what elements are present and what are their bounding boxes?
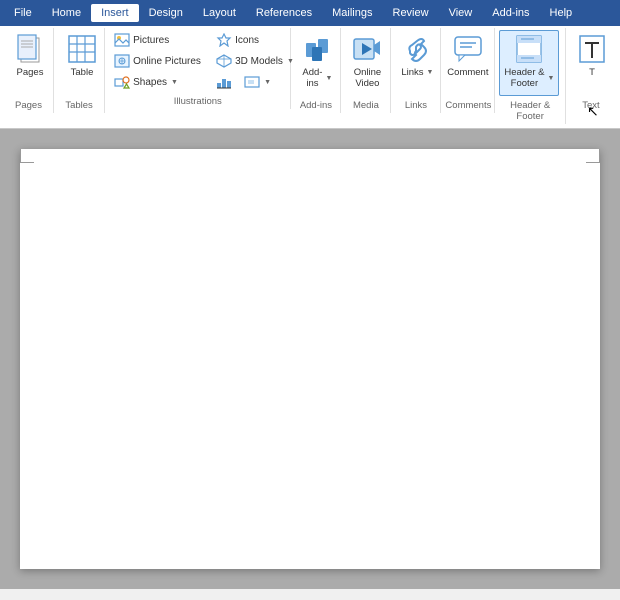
menu-item-mailings[interactable]: Mailings <box>322 4 382 22</box>
shapes-label: Shapes <box>133 77 167 88</box>
menu-item-home[interactable]: Home <box>42 4 91 22</box>
online-pictures-icon <box>114 53 130 69</box>
media-group-label: Media <box>345 98 386 111</box>
ribbon-group-tables: Table Tables <box>54 28 105 113</box>
menu-item-view[interactable]: View <box>439 4 483 22</box>
links-button[interactable]: Links ▼ <box>395 30 439 96</box>
table-icon <box>66 33 98 65</box>
online-pictures-button[interactable]: Online Pictures <box>109 51 209 71</box>
menu-item-insert[interactable]: Insert <box>91 4 139 22</box>
ribbon-group-pages: Pages Pages <box>4 28 54 113</box>
pages-group-label: Pages <box>8 98 49 111</box>
comment-label: Comment <box>447 67 488 78</box>
addins-icon <box>301 33 333 65</box>
icons-label: Icons <box>235 35 259 46</box>
ribbon: Pages Pages T <box>0 26 620 129</box>
illustrations-group-label: Illustrations <box>109 94 286 107</box>
ribbon-group-illustrations: Pictures Online Pictures <box>105 28 291 109</box>
header-footer-button[interactable]: Header &Footer ▼ <box>499 30 559 96</box>
text-group-label: Text <box>570 98 612 111</box>
ribbon-group-text: T Text <box>566 28 616 113</box>
pages-icon <box>14 33 46 65</box>
menu-item-help[interactable]: Help <box>540 4 583 22</box>
pages-button[interactable]: Pages <box>8 30 52 96</box>
header-footer-icon <box>513 33 545 65</box>
menu-item-design[interactable]: Design <box>139 4 193 22</box>
header-footer-dropdown-arrow: ▼ <box>547 75 554 82</box>
online-video-button[interactable]: OnlineVideo <box>345 30 389 96</box>
page-corner-top-right <box>586 149 600 163</box>
shapes-icon <box>114 74 130 90</box>
menu-item-addins[interactable]: Add-ins <box>482 4 539 22</box>
screenshot-icon <box>244 74 260 90</box>
links-icon <box>401 33 433 65</box>
links-dropdown-arrow: ▼ <box>427 69 434 76</box>
pictures-button[interactable]: Pictures <box>109 30 209 50</box>
tables-group-label: Tables <box>58 98 100 111</box>
menu-item-layout[interactable]: Layout <box>193 4 246 22</box>
ribbon-group-comments: Comment Comments <box>441 28 495 113</box>
comment-icon <box>452 33 484 65</box>
document-area <box>0 129 620 589</box>
text-button[interactable]: T <box>570 30 614 96</box>
links-group-label: Links <box>395 98 436 111</box>
chart-icon <box>216 74 232 90</box>
online-video-label: OnlineVideo <box>354 67 381 90</box>
header-footer-label: Header &Footer <box>504 67 544 90</box>
pictures-icon <box>114 32 130 48</box>
3d-models-label: 3D Models <box>235 56 283 67</box>
screenshot-dropdown-arrow: ▼ <box>264 79 271 86</box>
3d-models-icon <box>216 53 232 69</box>
menu-item-review[interactable]: Review <box>383 4 439 22</box>
addins-group-label: Add-ins <box>295 98 336 111</box>
links-label: Links <box>401 67 423 78</box>
menu-bar: File Home Insert Design Layout Reference… <box>0 0 620 26</box>
page-corner-top-left <box>20 149 34 163</box>
screenshot-button[interactable]: ▼ <box>239 72 276 92</box>
menu-item-references[interactable]: References <box>246 4 322 22</box>
table-label: Table <box>71 67 94 78</box>
ribbon-group-header-footer: Header &Footer ▼ Header & Footer <box>495 28 566 124</box>
shapes-button[interactable]: Shapes ▼ <box>109 72 209 92</box>
addins-button[interactable]: Add-ins ▼ <box>295 30 339 96</box>
menu-item-file[interactable]: File <box>4 4 42 22</box>
comment-button[interactable]: Comment <box>445 30 490 96</box>
chart-button[interactable] <box>211 72 237 92</box>
ribbon-group-media: OnlineVideo Media <box>341 28 391 113</box>
comments-group-label: Comments <box>445 98 490 111</box>
online-pictures-label: Online Pictures <box>133 56 201 67</box>
pictures-label: Pictures <box>133 35 169 46</box>
addins-label: Add-ins <box>302 67 322 90</box>
table-button[interactable]: Table <box>58 30 106 96</box>
addins-dropdown-arrow: ▼ <box>325 75 332 82</box>
shapes-dropdown-arrow: ▼ <box>171 79 178 86</box>
document-page[interactable] <box>20 149 600 569</box>
text-label: T <box>589 67 595 78</box>
pages-label: Pages <box>17 67 44 78</box>
video-icon <box>351 33 383 65</box>
header-footer-group-label: Header & Footer <box>499 98 561 122</box>
icons-icon <box>216 32 232 48</box>
ribbon-group-links: Links ▼ Links <box>391 28 441 113</box>
ribbon-group-addins: Add-ins ▼ Add-ins <box>291 28 341 113</box>
text-icon <box>576 33 608 65</box>
